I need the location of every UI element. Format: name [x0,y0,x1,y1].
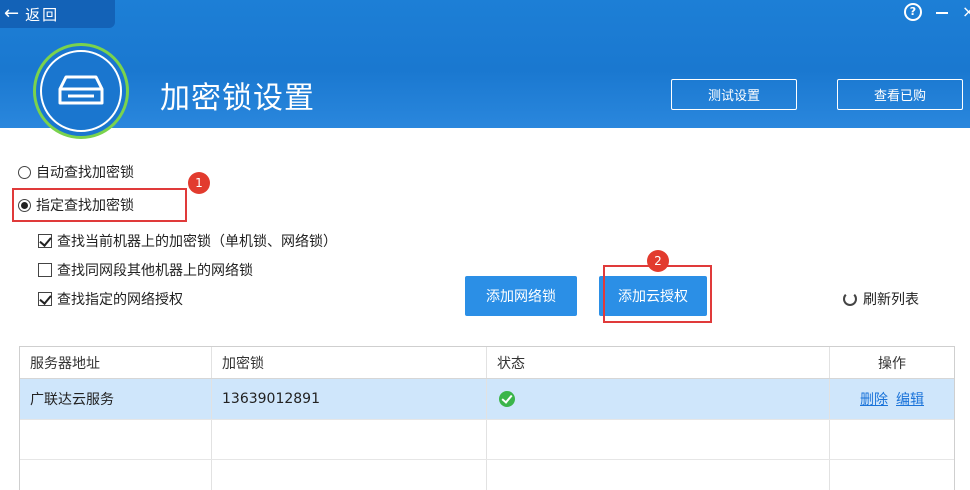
header-banner: ← 返回 ? × 加密锁设置 测试设置 查看已购 [0,0,970,139]
empty-cell [830,420,954,459]
window-controls: ? × [904,2,970,21]
empty-cell [20,460,212,490]
status-ok-icon [499,391,515,407]
cell-actions: 删除 编辑 [830,379,954,419]
test-settings-button[interactable]: 测试设置 [671,79,797,110]
table-row-empty [20,459,954,490]
col-status: 状态 [487,347,830,378]
cell-lock: 13639012891 [212,379,487,419]
empty-cell [487,420,830,459]
col-actions: 操作 [878,355,906,372]
table-header: 服务器地址 加密锁 状态 操作 [20,347,954,379]
checkbox-specified-auth[interactable] [38,292,52,306]
minimize-icon[interactable] [936,11,948,14]
lock-table: 服务器地址 加密锁 状态 操作 广联达云服务 13639012891 删除 编辑 [19,346,955,490]
view-purchased-button[interactable]: 查看已购 [837,79,963,110]
radio-auto-indicator[interactable] [18,165,31,179]
col-server-address: 服务器地址 [20,347,212,378]
edit-link[interactable]: 编辑 [896,389,924,409]
table-row-empty [20,419,954,459]
table-row[interactable]: 广联达云服务 13639012891 删除 编辑 [20,379,954,419]
close-icon[interactable]: × [962,2,970,21]
highlight-box-2 [603,265,712,323]
check-current-machine[interactable]: 查找当前机器上的加密锁（单机锁、网络锁） [38,231,337,251]
back-button[interactable]: ← 返回 [0,0,115,28]
step-badge-2: 2 [647,250,669,272]
check-specified-auth-label: 查找指定的网络授权 [57,292,183,308]
checkbox-same-segment[interactable] [38,263,52,277]
step-badge-1: 1 [188,172,210,194]
check-same-segment[interactable]: 查找同网段其他机器上的网络锁 [38,260,253,280]
logo-ring [33,43,129,139]
highlight-box-1 [12,188,187,222]
check-same-segment-label: 查找同网段其他机器上的网络锁 [57,263,253,279]
back-arrow-icon: ← [4,3,20,24]
empty-cell [212,420,487,459]
empty-cell [20,420,212,459]
refresh-label: 刷新列表 [863,292,919,308]
help-icon[interactable]: ? [904,2,922,21]
check-specified-auth[interactable]: 查找指定的网络授权 [38,289,183,309]
cell-server: 广联达云服务 [20,379,212,419]
radio-auto-find[interactable]: 自动查找加密锁 [18,162,134,182]
back-label: 返回 [25,5,60,24]
checkbox-current-machine[interactable] [38,234,52,248]
empty-cell [830,460,954,490]
refresh-icon [843,292,857,306]
col-lock: 加密锁 [212,347,487,378]
add-network-lock-button[interactable]: 添加网络锁 [465,276,577,316]
cell-status [487,379,830,419]
lock-device-icon [40,50,122,132]
page-title: 加密锁设置 [160,81,315,116]
empty-cell [212,460,487,490]
refresh-list-button[interactable]: 刷新列表 [843,289,919,309]
empty-cell [487,460,830,490]
help-glyph: ? [909,5,917,18]
delete-link[interactable]: 删除 [860,389,888,409]
check-current-label: 查找当前机器上的加密锁（单机锁、网络锁） [57,234,337,250]
radio-auto-label: 自动查找加密锁 [36,165,134,181]
